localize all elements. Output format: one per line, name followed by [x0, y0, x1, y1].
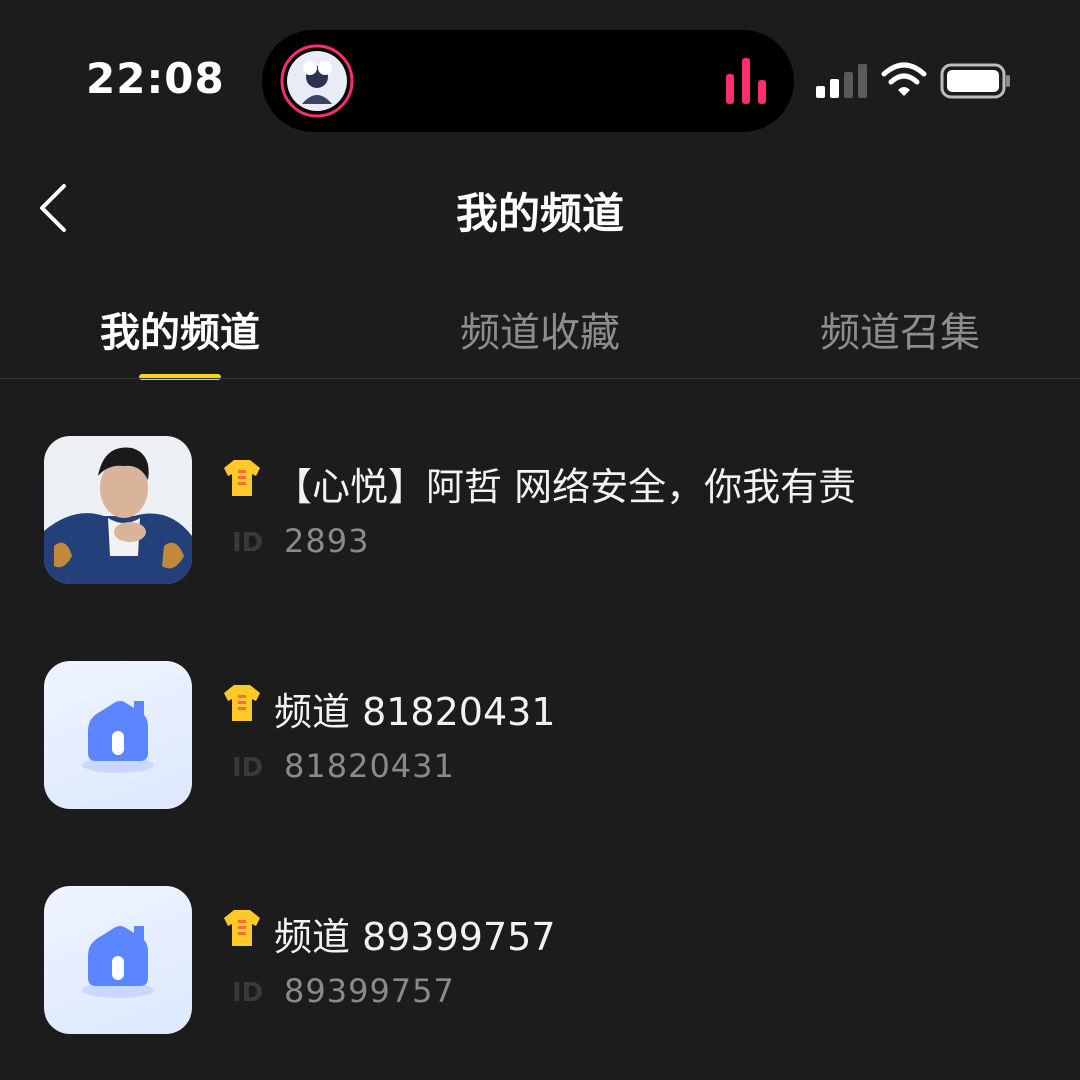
home-icon	[82, 701, 154, 773]
status-time: 22:08	[86, 54, 225, 103]
channel-name: 【心悦】阿哲 网络安全，你我有责	[274, 465, 857, 509]
dynamic-island[interactable]	[262, 30, 794, 132]
channel-id: 81820431	[284, 747, 455, 785]
owner-badge-icon	[224, 910, 260, 946]
channel-avatar	[44, 661, 192, 809]
channel-list-item[interactable]: 频道 89399757 ID 89399757	[0, 886, 1080, 1036]
channel-list-item[interactable]: 频道 81820431 ID 81820431	[0, 661, 1080, 811]
person-photo-icon	[44, 436, 192, 584]
tab-bar: 我的频道 频道收藏 频道召集	[0, 300, 1080, 380]
active-tab-indicator	[139, 374, 221, 380]
battery-icon	[940, 63, 1010, 99]
channel-avatar	[44, 886, 192, 1034]
page-title: 我的频道	[455, 189, 624, 238]
id-label: ID	[232, 528, 264, 558]
owner-badge-icon	[224, 685, 260, 721]
tabs-divider	[0, 378, 1080, 379]
now-playing-avatar-icon[interactable]	[280, 44, 354, 118]
id-label: ID	[232, 753, 264, 783]
cellular-signal-icon	[816, 64, 867, 98]
channel-id: 89399757	[284, 972, 455, 1010]
channel-name: 频道 81820431	[274, 690, 556, 734]
channel-list-item[interactable]: 【心悦】阿哲 网络安全，你我有责 ID 2893	[0, 436, 1080, 586]
wifi-icon	[881, 62, 927, 96]
channel-name: 频道 89399757	[274, 915, 556, 959]
owner-badge-icon	[224, 460, 260, 496]
channel-id: 2893	[284, 522, 370, 560]
tab-my-channels[interactable]: 我的频道	[60, 300, 300, 358]
audio-bars-icon	[726, 58, 766, 104]
home-icon	[82, 926, 154, 998]
screen: 22:08 我的频道 我的频道 频道收藏 频道召集 【心悦】阿哲 网络安全，你我…	[0, 0, 1080, 1080]
channel-avatar	[44, 436, 192, 584]
tab-channel-recruit[interactable]: 频道召集	[780, 300, 1020, 358]
id-label: ID	[232, 978, 264, 1008]
tab-channel-favorites[interactable]: 频道收藏	[420, 300, 660, 358]
